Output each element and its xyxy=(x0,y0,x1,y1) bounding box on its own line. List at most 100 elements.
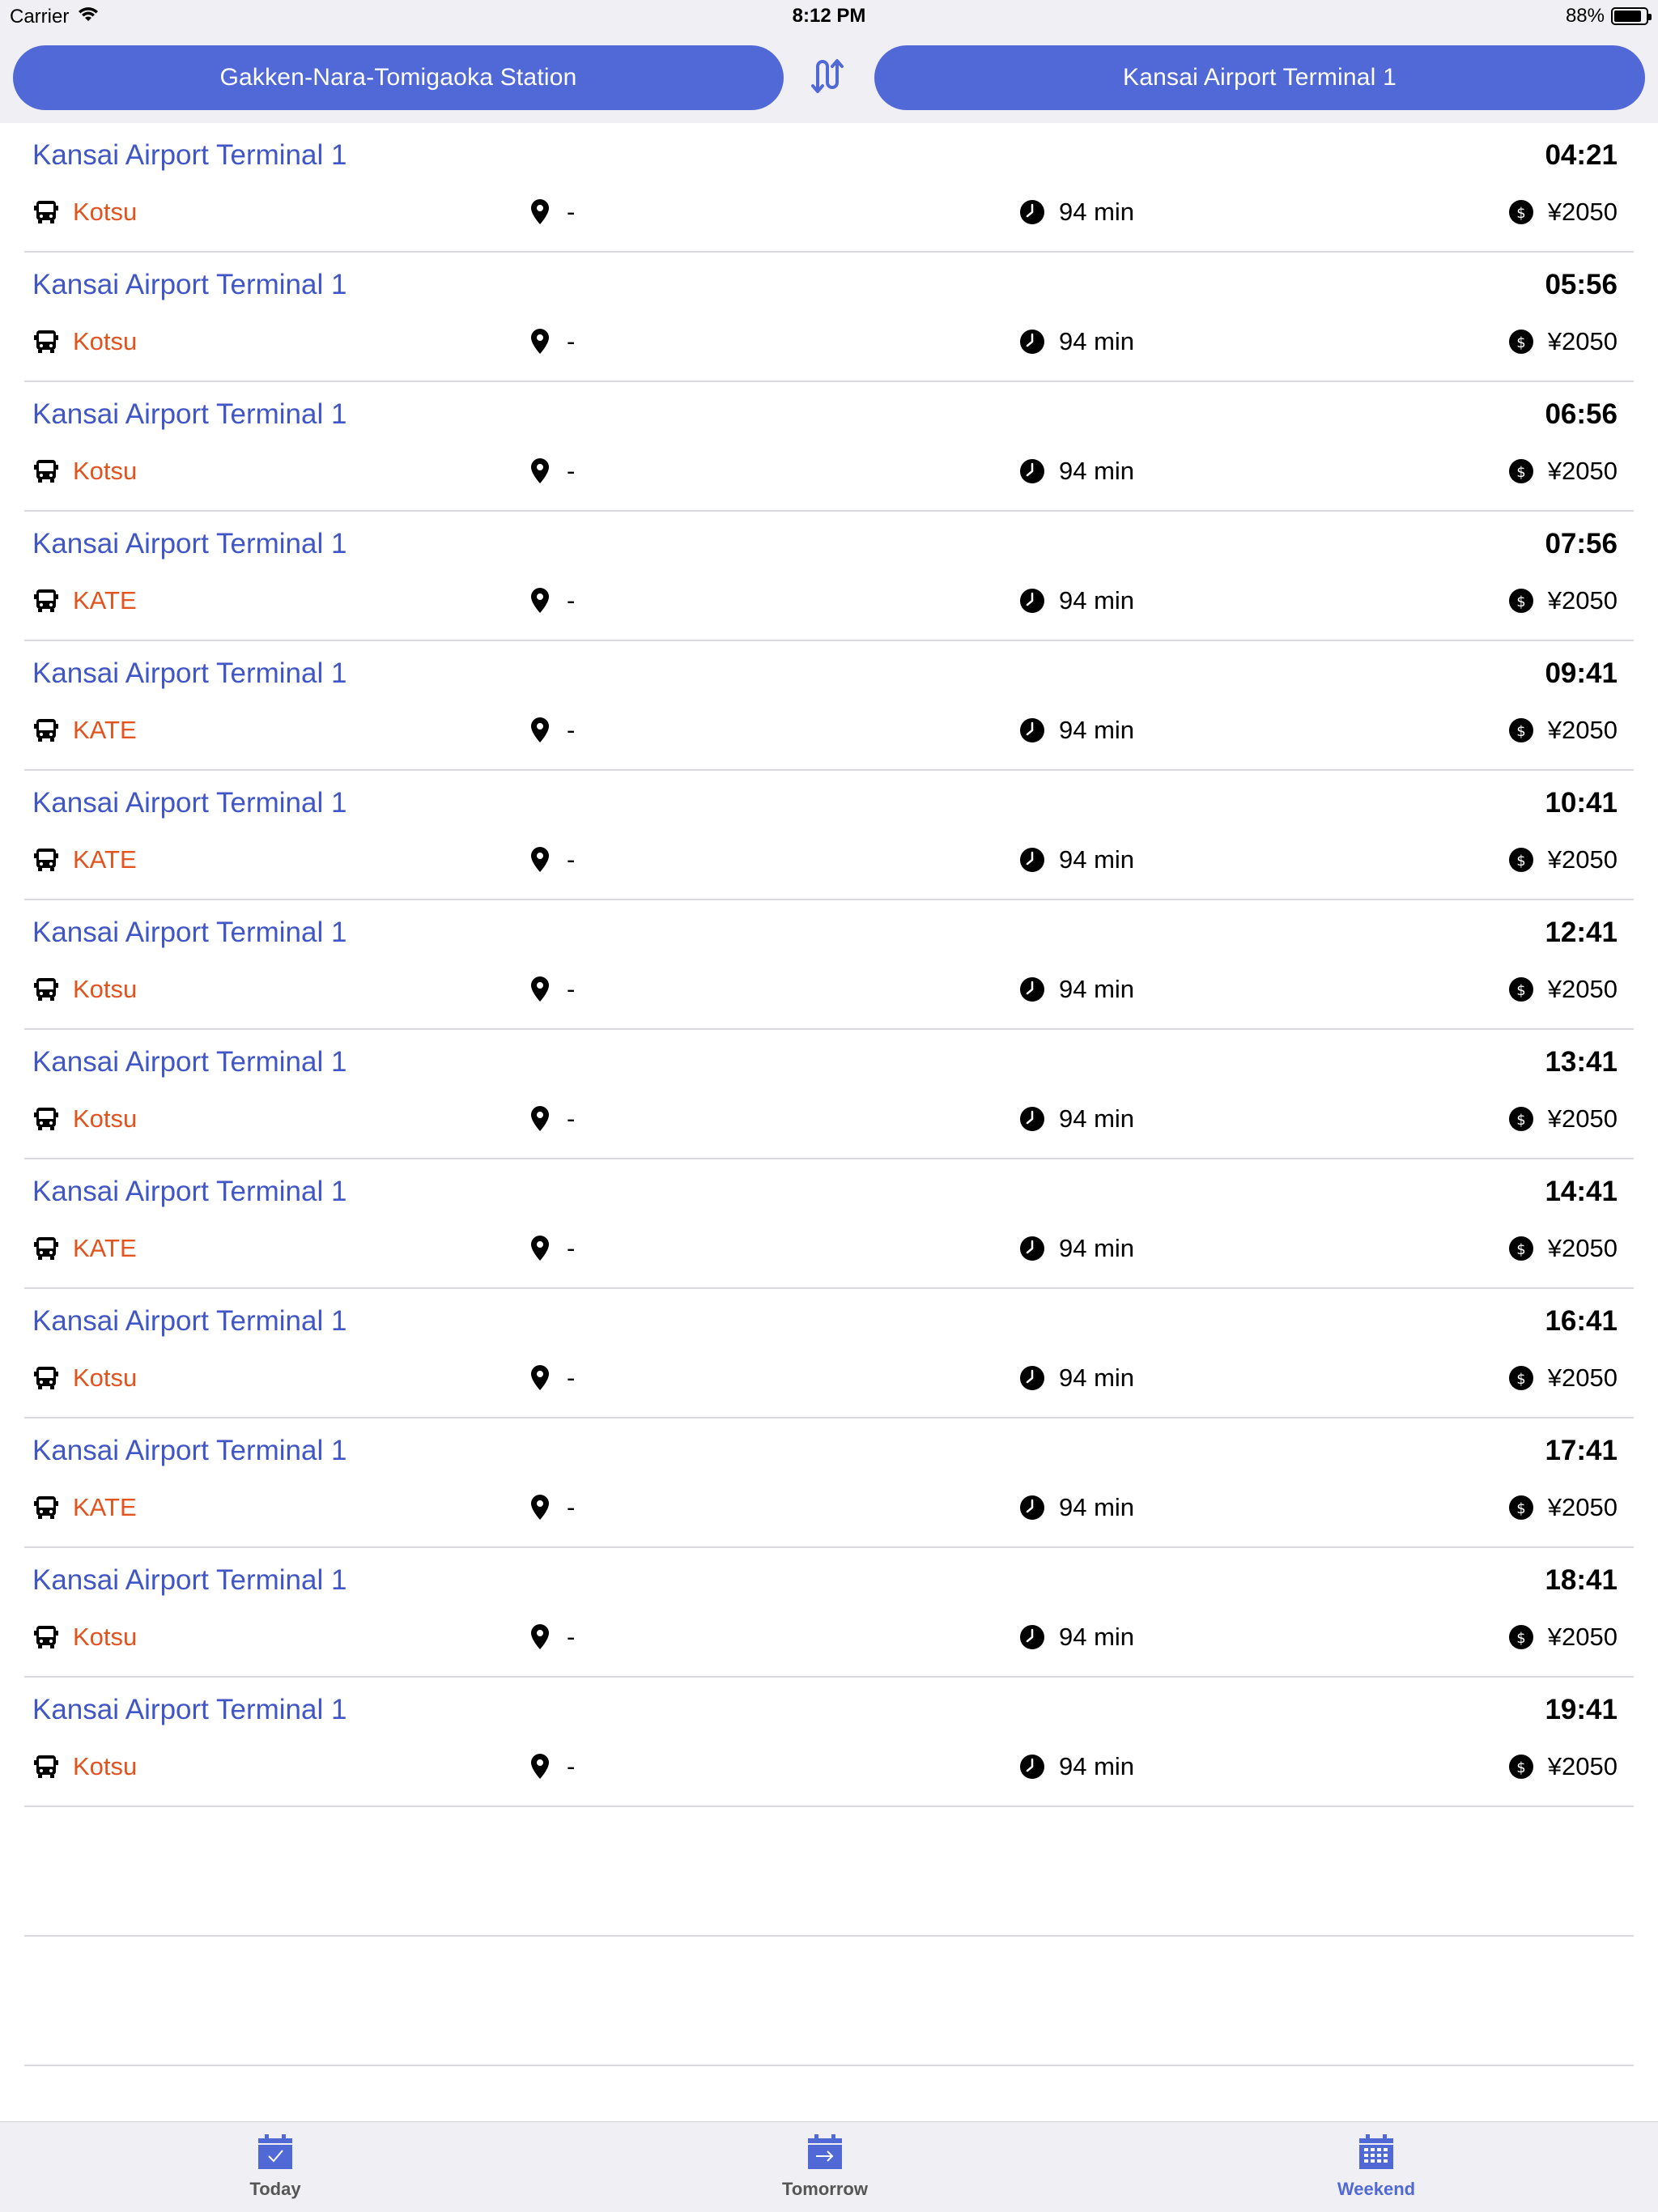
location-pin-icon xyxy=(526,976,554,1003)
svg-text:$: $ xyxy=(1516,1112,1525,1129)
departure-time: 14:41 xyxy=(1545,1176,1618,1207)
bus-icon xyxy=(32,328,60,355)
price-cell: $ ¥2050 xyxy=(1507,325,1618,358)
departure-row[interactable]: Kansai Airport Terminal 1 19:41 Kotsu - 94 m… xyxy=(24,1678,1634,1807)
departure-row[interactable]: Kansai Airport Terminal 1 05:56 Kotsu - 94 m… xyxy=(24,253,1634,382)
svg-text:$: $ xyxy=(1516,593,1525,610)
location-pin-icon xyxy=(526,717,554,744)
price-cell: $ ¥2050 xyxy=(1507,973,1618,1006)
departure-row[interactable]: Kansai Airport Terminal 1 12:41 Kotsu - 94 m… xyxy=(24,900,1634,1030)
departure-row[interactable]: Kansai Airport Terminal 1 18:41 Kotsu - 94 m… xyxy=(24,1548,1634,1678)
departure-time: 16:41 xyxy=(1545,1305,1618,1337)
platform-label: - xyxy=(567,1234,576,1262)
duration-label: 94 min xyxy=(1059,586,1135,615)
swap-stations-button[interactable] xyxy=(803,57,855,99)
duration-label: 94 min xyxy=(1059,1752,1135,1780)
clock-icon xyxy=(1018,976,1046,1003)
clock-icon xyxy=(1018,198,1046,226)
price-label: ¥2050 xyxy=(1547,457,1618,485)
svg-text:$: $ xyxy=(1516,1759,1525,1776)
duration-cell: 94 min xyxy=(1018,1232,1134,1265)
price-cell: $ ¥2050 xyxy=(1507,1621,1618,1653)
tab-today-label: Today xyxy=(249,2179,301,2199)
platform-cell: - xyxy=(526,973,575,1006)
bus-icon xyxy=(32,198,60,226)
platform-cell: - xyxy=(526,1621,575,1653)
operator-cell: Kotsu xyxy=(32,1750,137,1783)
departure-row[interactable]: Kansai Airport Terminal 1 04:21 Kotsu - 94 m… xyxy=(24,123,1634,253)
location-pin-icon xyxy=(526,1235,554,1262)
coin-icon: $ xyxy=(1507,846,1535,874)
departure-time: 10:41 xyxy=(1545,787,1618,819)
bus-icon xyxy=(32,1623,60,1651)
departure-row[interactable]: Kansai Airport Terminal 1 16:41 Kotsu - 94 m… xyxy=(24,1289,1634,1419)
clock-icon xyxy=(1018,587,1046,615)
svg-text:$: $ xyxy=(1516,205,1525,222)
coin-icon: $ xyxy=(1507,717,1535,744)
departure-row[interactable]: Kansai Airport Terminal 1 13:41 Kotsu - 94 m… xyxy=(24,1030,1634,1159)
operator-cell: Kotsu xyxy=(32,1621,137,1653)
platform-cell: - xyxy=(526,1103,575,1135)
price-label: ¥2050 xyxy=(1547,1363,1618,1392)
coin-icon: $ xyxy=(1507,1364,1535,1392)
bus-icon xyxy=(32,976,60,1003)
duration-label: 94 min xyxy=(1059,198,1135,226)
clock-icon xyxy=(1018,457,1046,485)
operator-cell: Kotsu xyxy=(32,973,137,1006)
coin-icon: $ xyxy=(1507,1623,1535,1651)
departure-time: 17:41 xyxy=(1545,1435,1618,1466)
tab-tomorrow[interactable]: Tomorrow xyxy=(728,2133,922,2200)
duration-cell: 94 min xyxy=(1018,196,1134,228)
departure-row[interactable]: Kansai Airport Terminal 1 10:41 KATE - 94 mi… xyxy=(24,771,1634,900)
duration-label: 94 min xyxy=(1059,1363,1135,1392)
status-time: 8:12 PM xyxy=(792,5,866,27)
coin-icon: $ xyxy=(1507,1753,1535,1780)
platform-cell: - xyxy=(526,1362,575,1394)
svg-text:$: $ xyxy=(1516,853,1525,870)
bus-icon xyxy=(32,1364,60,1392)
price-cell: $ ¥2050 xyxy=(1507,1103,1618,1135)
price-cell: $ ¥2050 xyxy=(1507,1750,1618,1783)
platform-cell: - xyxy=(526,1750,575,1783)
destination-label: Kansai Airport Terminal 1 xyxy=(32,139,347,171)
location-pin-icon xyxy=(526,198,554,226)
bus-icon xyxy=(32,1235,60,1262)
departure-row[interactable]: Kansai Airport Terminal 1 07:56 KATE - 94 mi… xyxy=(24,512,1634,641)
tab-weekend[interactable]: Weekend xyxy=(1279,2133,1473,2200)
price-label: ¥2050 xyxy=(1547,586,1618,615)
price-cell: $ ¥2050 xyxy=(1507,1491,1618,1524)
operator-label: KATE xyxy=(73,845,137,874)
svg-text:$: $ xyxy=(1516,723,1525,740)
price-label: ¥2050 xyxy=(1547,845,1618,874)
operator-label: Kotsu xyxy=(73,327,138,355)
bus-icon xyxy=(32,717,60,744)
platform-cell: - xyxy=(526,844,575,876)
departure-time: 05:56 xyxy=(1545,269,1618,300)
price-label: ¥2050 xyxy=(1547,975,1618,1003)
duration-cell: 94 min xyxy=(1018,1621,1134,1653)
svg-text:$: $ xyxy=(1516,334,1525,351)
departure-row[interactable]: Kansai Airport Terminal 1 09:41 KATE - 94 mi… xyxy=(24,641,1634,771)
destination-label: Kansai Airport Terminal 1 xyxy=(32,528,347,559)
price-label: ¥2050 xyxy=(1547,327,1618,355)
duration-cell: 94 min xyxy=(1018,714,1134,747)
departure-row[interactable]: Kansai Airport Terminal 1 14:41 KATE - 94 mi… xyxy=(24,1159,1634,1289)
coin-icon: $ xyxy=(1507,587,1535,615)
battery-percent: 88% xyxy=(1565,5,1605,27)
from-station-button[interactable]: Gakken-Nara-Tomigaoka Station xyxy=(13,45,784,110)
departure-time: 18:41 xyxy=(1545,1564,1618,1596)
duration-label: 94 min xyxy=(1059,716,1135,744)
price-cell: $ ¥2050 xyxy=(1507,585,1618,617)
destination-label: Kansai Airport Terminal 1 xyxy=(32,917,347,948)
clock-icon xyxy=(1018,1753,1046,1780)
coin-icon: $ xyxy=(1507,1494,1535,1521)
operator-label: Kotsu xyxy=(73,1752,138,1780)
destination-label: Kansai Airport Terminal 1 xyxy=(32,1694,347,1725)
coin-icon: $ xyxy=(1507,1235,1535,1262)
tab-today[interactable]: Today xyxy=(178,2133,372,2200)
header-area: Carrier 8:12 PM 88% Gakken-Nara-Tomigaok… xyxy=(0,0,1658,123)
platform-cell: - xyxy=(526,196,575,228)
departure-row[interactable]: Kansai Airport Terminal 1 17:41 KATE - 94 mi… xyxy=(24,1419,1634,1548)
to-station-button[interactable]: Kansai Airport Terminal 1 xyxy=(874,45,1645,110)
departure-row[interactable]: Kansai Airport Terminal 1 06:56 Kotsu - 94 m… xyxy=(24,382,1634,512)
